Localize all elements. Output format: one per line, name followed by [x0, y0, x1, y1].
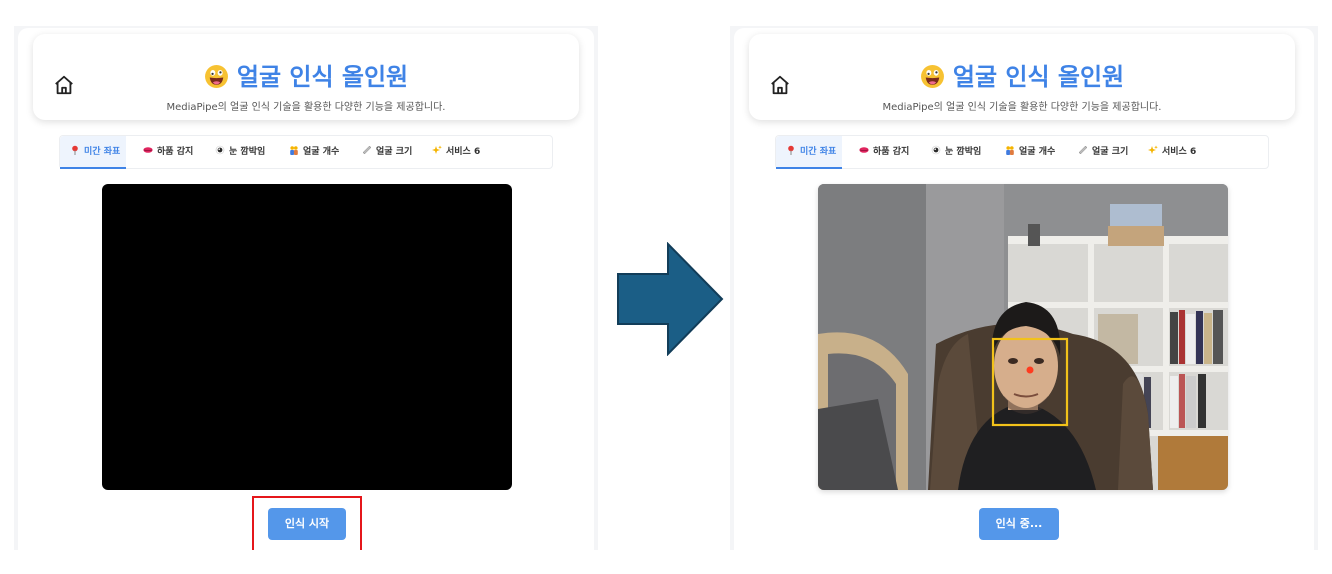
- eye-icon: [215, 145, 225, 155]
- tab-face-count[interactable]: 얼굴 개수: [289, 136, 339, 169]
- tab-glabella-coordinates[interactable]: 미간 좌표: [776, 136, 842, 169]
- tab-label: 서비스 6: [1162, 147, 1197, 157]
- eye-icon: [931, 145, 941, 155]
- tab-face-size[interactable]: 얼굴 크기: [362, 136, 412, 169]
- title-text: 얼굴 인식 올인원: [236, 63, 409, 91]
- lips-icon: [143, 147, 153, 153]
- people-icon: [1006, 146, 1014, 155]
- tab-label: 눈 깜박임: [229, 147, 266, 157]
- video-feed: [102, 184, 512, 490]
- grinning-face-icon: [204, 65, 228, 88]
- app-header: 얼굴 인식 올인원 MediaPipe의 얼굴 인식 기술을 활용한 다양한 기…: [33, 34, 579, 120]
- after-screen: 얼굴 인식 올인원 MediaPipe의 얼굴 인식 기술을 활용한 다양한 기…: [730, 26, 1318, 550]
- sparkles-icon: [1148, 145, 1158, 154]
- tab-label: 얼굴 크기: [1092, 147, 1129, 157]
- tab-eye-blink[interactable]: 눈 깜박임: [215, 136, 265, 169]
- app-header: 얼굴 인식 올인원 MediaPipe의 얼굴 인식 기술을 활용한 다양한 기…: [749, 34, 1295, 120]
- tab-label: 눈 깜박임: [945, 147, 982, 157]
- app-window: 얼굴 인식 올인원 MediaPipe의 얼굴 인식 기술을 활용한 다양한 기…: [734, 28, 1314, 550]
- pin-icon: [788, 145, 794, 155]
- lips-icon: [859, 147, 869, 153]
- tab-face-count[interactable]: 얼굴 개수: [1005, 136, 1055, 169]
- title-text: 얼굴 인식 올인원: [952, 63, 1125, 91]
- page-title: 얼굴 인식 올인원: [33, 62, 579, 92]
- arrow-right-icon: [617, 242, 724, 356]
- pin-icon: [72, 145, 78, 155]
- tab-face-size[interactable]: 얼굴 크기: [1078, 136, 1128, 169]
- tab-yawn-detection[interactable]: 하품 감지: [143, 136, 193, 169]
- recognizing-button[interactable]: 인식 중...: [979, 508, 1059, 540]
- tab-label: 하품 감지: [157, 147, 194, 157]
- tab-glabella-coordinates[interactable]: 미간 좌표: [60, 136, 126, 169]
- tab-label: 미간 좌표: [84, 147, 121, 157]
- tab-label: 미간 좌표: [800, 147, 837, 157]
- tab-label: 하품 감지: [873, 147, 910, 157]
- service-tabs: 미간 좌표 하품 감지 눈 깜박임 얼굴 개수 얼굴 크기 서비스 6: [59, 135, 553, 169]
- ruler-icon: [1078, 145, 1088, 155]
- tab-label: 얼굴 크기: [376, 147, 413, 157]
- tab-yawn-detection[interactable]: 하품 감지: [859, 136, 909, 169]
- before-screen: 얼굴 인식 올인원 MediaPipe의 얼굴 인식 기술을 활용한 다양한 기…: [14, 26, 598, 550]
- page-subtitle: MediaPipe의 얼굴 인식 기술을 활용한 다양한 기능을 제공합니다.: [882, 102, 1162, 113]
- grinning-face-icon: [920, 65, 944, 88]
- tab-service-6[interactable]: 서비스 6: [432, 136, 480, 169]
- sparkles-icon: [432, 145, 442, 154]
- service-tabs: 미간 좌표 하품 감지 눈 깜박임 얼굴 개수 얼굴 크기 서비스 6: [775, 135, 1269, 169]
- tab-service-6[interactable]: 서비스 6: [1148, 136, 1196, 169]
- tab-eye-blink[interactable]: 눈 깜박임: [931, 136, 981, 169]
- app-window: 얼굴 인식 올인원 MediaPipe의 얼굴 인식 기술을 활용한 다양한 기…: [18, 28, 594, 550]
- webcam-frame: [818, 184, 1228, 490]
- tab-label: 얼굴 개수: [1019, 147, 1056, 157]
- page-subtitle: MediaPipe의 얼굴 인식 기술을 활용한 다양한 기능을 제공합니다.: [166, 102, 446, 113]
- tab-label: 얼굴 개수: [303, 147, 340, 157]
- ruler-icon: [362, 145, 372, 155]
- page-title: 얼굴 인식 올인원: [749, 62, 1295, 92]
- people-icon: [290, 146, 298, 155]
- highlight-box: [252, 496, 362, 550]
- video-feed: [818, 184, 1228, 490]
- glabella-landmark: [1026, 366, 1034, 374]
- tab-label: 서비스 6: [446, 147, 481, 157]
